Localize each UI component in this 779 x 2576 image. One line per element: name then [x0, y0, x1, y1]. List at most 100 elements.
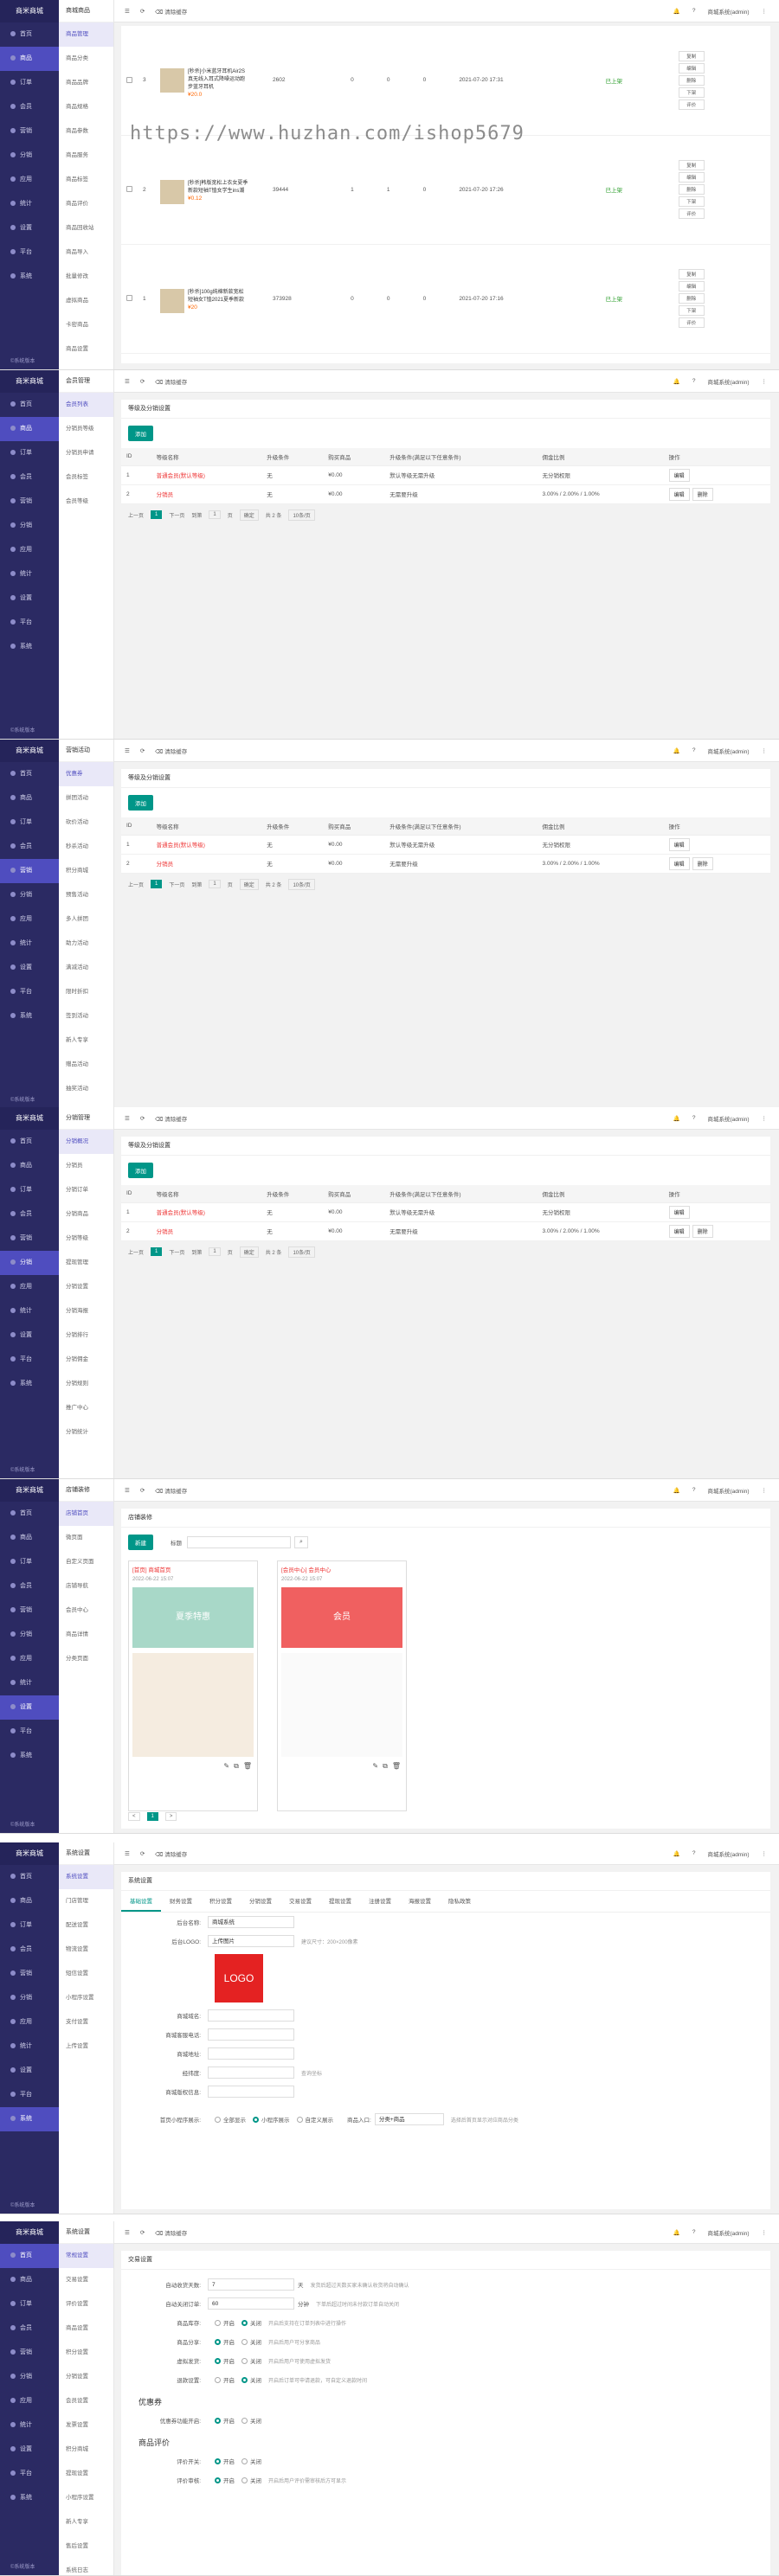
rail-item[interactable]: 设置	[0, 216, 59, 240]
rail-item[interactable]: 分销	[0, 2365, 59, 2389]
tab[interactable]: 财务设置	[161, 1891, 201, 1912]
radio-option[interactable]	[241, 2457, 248, 2464]
product-name[interactable]: [秒杀]小米蓝牙耳机Air2S真无线入耳式降噪运动跑步蓝牙耳机	[188, 68, 248, 92]
row-action-button[interactable]: 编辑	[668, 856, 690, 870]
tab[interactable]: 海报设置	[400, 1891, 440, 1912]
sub-nav-item[interactable]: 助力活动	[59, 932, 113, 956]
radio-option[interactable]	[241, 2338, 248, 2345]
row-action-button[interactable]: 评价	[678, 99, 705, 110]
page-number[interactable]: 1	[146, 1812, 158, 1821]
product-name[interactable]: [秒杀]韩版宽松上衣女夏季新款短袖T恤女学生ins潮	[188, 180, 248, 195]
rail-item[interactable]: 营销	[0, 1599, 59, 1623]
copy-icon[interactable]: ⧉	[383, 1762, 388, 1770]
prev-page-button[interactable]: 上一页	[128, 511, 144, 519]
rail-item[interactable]: 商品	[0, 2268, 59, 2292]
rail-item[interactable]: 应用	[0, 1647, 59, 1671]
collapse-icon[interactable]: ☰	[125, 747, 130, 754]
sub-nav-item[interactable]: 推广中心	[59, 1396, 113, 1420]
delete-icon[interactable]: 🗑	[243, 1762, 252, 1770]
sub-nav-item[interactable]: 会员标签	[59, 465, 113, 490]
tab[interactable]: 隐私政策	[440, 1891, 480, 1912]
rail-item[interactable]: 应用	[0, 907, 59, 932]
radio-option[interactable]	[296, 2116, 303, 2123]
row-action-button[interactable]: 删除	[678, 293, 705, 304]
radio-option[interactable]	[215, 2319, 221, 2326]
rail-item[interactable]: 平台	[0, 980, 59, 1004]
goto-input[interactable]: 1	[209, 880, 221, 888]
bell-icon[interactable]: 🔔	[673, 1115, 680, 1122]
rail-item[interactable]: 设置	[0, 956, 59, 980]
sub-nav-item[interactable]: 系统日志	[59, 2559, 113, 2575]
clear-cache-button[interactable]: ⌫ 清除缓存	[155, 2228, 187, 2237]
radio-option[interactable]	[215, 2338, 221, 2345]
rail-item[interactable]: 首页	[0, 1865, 59, 1889]
clear-cache-button[interactable]: ⌫ 清除缓存	[155, 747, 187, 755]
prev-page-button[interactable]: <	[128, 1812, 140, 1821]
rail-item[interactable]: 商品	[0, 1154, 59, 1178]
rail-item[interactable]: 会员	[0, 835, 59, 859]
bell-icon[interactable]: 🔔	[673, 747, 680, 754]
sub-nav-item[interactable]: 新人专享	[59, 2510, 113, 2534]
create-page-button[interactable]: 新建	[128, 1535, 153, 1550]
rail-item[interactable]: 统计	[0, 1299, 59, 1323]
user-menu[interactable]: 商城系统(admin)	[707, 377, 749, 386]
rail-item[interactable]: 应用	[0, 2389, 59, 2413]
sub-nav-item[interactable]: 砍价活动	[59, 811, 113, 835]
radio-option[interactable]	[215, 2116, 221, 2123]
help-icon[interactable]: ?	[692, 1487, 696, 1493]
bell-icon[interactable]: 🔔	[673, 2229, 680, 2236]
rail-item[interactable]: 系统	[0, 635, 59, 659]
sub-nav-item[interactable]: 分销员申请	[59, 441, 113, 465]
sub-nav-item[interactable]: 会员列表	[59, 393, 113, 417]
radio-option[interactable]	[253, 2116, 259, 2123]
tab[interactable]: 分销设置	[241, 1891, 280, 1912]
rail-item[interactable]: 应用	[0, 1275, 59, 1299]
rail-item[interactable]: 系统	[0, 2107, 59, 2131]
page-size-select[interactable]: 10条/页	[288, 878, 315, 890]
sub-nav-item[interactable]: 秒杀活动	[59, 835, 113, 859]
goto-input[interactable]: 1	[209, 1247, 221, 1256]
page-card[interactable]: [首页] 商城首页 2022-06-22 15:07 夏季特惠 ✎ ⧉ 🗑	[128, 1560, 258, 1811]
page-number[interactable]: 1	[151, 510, 163, 519]
field-input[interactable]: 7	[208, 2278, 294, 2291]
rail-item[interactable]: 首页	[0, 1130, 59, 1154]
add-button[interactable]: 添加	[128, 795, 153, 811]
page-size-select[interactable]: 10条/页	[288, 509, 315, 521]
rail-item[interactable]: 订单	[0, 1178, 59, 1202]
clear-cache-button[interactable]: ⌫ 清除缓存	[155, 1114, 187, 1123]
help-icon[interactable]: ?	[692, 8, 696, 14]
rail-item[interactable]: 平台	[0, 1348, 59, 1372]
page-number[interactable]: 1	[151, 1247, 163, 1256]
collapse-icon[interactable]: ☰	[125, 1850, 130, 1857]
edit-icon[interactable]: ✎	[372, 1762, 378, 1770]
rail-item[interactable]: 分销	[0, 144, 59, 168]
more-icon[interactable]: ⋮	[762, 2229, 768, 2236]
sub-nav-item[interactable]: 常规设置	[59, 2244, 113, 2268]
field-input[interactable]	[208, 2028, 294, 2041]
rail-item[interactable]: 统计	[0, 562, 59, 586]
rail-item[interactable]: 首页	[0, 393, 59, 417]
product-name[interactable]: [秒杀]100g纯棉新款宽松短袖女T恤2021夏季新款	[188, 289, 248, 304]
collapse-icon[interactable]: ☰	[125, 2229, 130, 2236]
sub-nav-item[interactable]: 分销统计	[59, 1420, 113, 1445]
rail-item[interactable]: 首页	[0, 762, 59, 786]
sub-nav-item[interactable]: 商品详情	[59, 1623, 113, 1647]
row-action-button[interactable]: 编辑	[668, 837, 690, 851]
sub-nav-item[interactable]: 分类页面	[59, 1647, 113, 1671]
user-menu[interactable]: 商城系统(admin)	[707, 1486, 749, 1495]
sub-nav-item[interactable]: 商品设置	[59, 2316, 113, 2341]
sub-nav-item[interactable]: 提现管理	[59, 1251, 113, 1275]
rail-item[interactable]: 会员	[0, 1938, 59, 1962]
sub-nav-item[interactable]: 商品品牌	[59, 71, 113, 95]
rail-item[interactable]: 订单	[0, 1913, 59, 1938]
rail-item[interactable]: 平台	[0, 240, 59, 265]
sub-nav-item[interactable]: 分销订单	[59, 1178, 113, 1202]
more-icon[interactable]: ⋮	[762, 747, 768, 754]
row-action-button[interactable]: 编辑	[668, 468, 690, 482]
sub-nav-item[interactable]: 会员设置	[59, 2389, 113, 2413]
radio-option[interactable]	[241, 2477, 248, 2483]
radio-option[interactable]	[215, 2457, 221, 2464]
more-icon[interactable]: ⋮	[762, 8, 768, 15]
sub-nav-item[interactable]: 配送设置	[59, 1913, 113, 1938]
rail-item[interactable]: 设置	[0, 1323, 59, 1348]
